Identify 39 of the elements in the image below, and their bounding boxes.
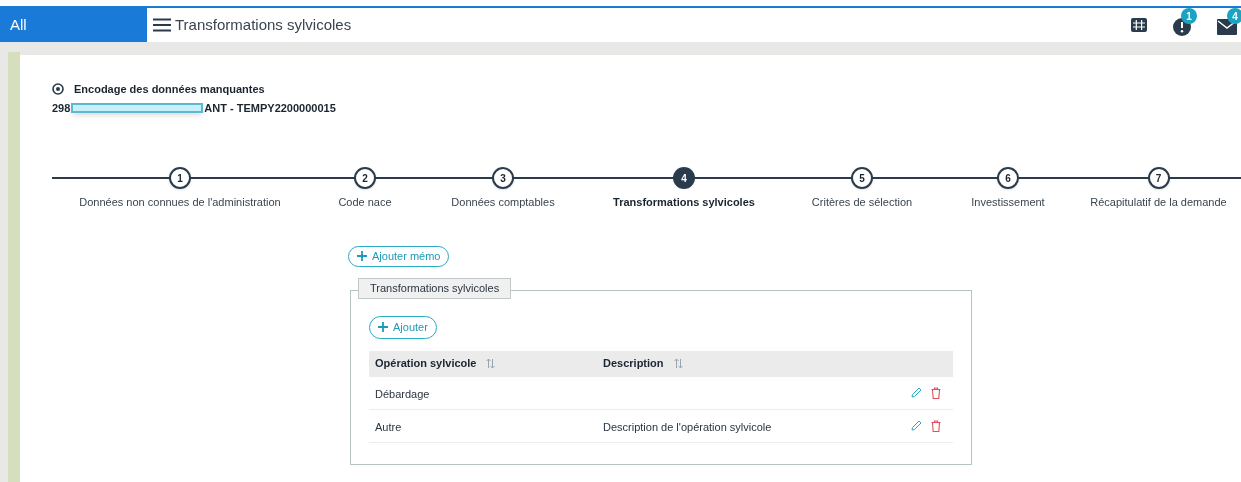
grid-icon[interactable] xyxy=(1131,18,1147,32)
step-label: Code nace xyxy=(338,195,392,210)
step-label: Investissement xyxy=(971,195,1045,210)
column-header[interactable]: Description xyxy=(603,355,664,372)
reference-text: ANT - TEMPY2200000015 xyxy=(204,100,336,116)
step-marker[interactable]: 7 xyxy=(1147,167,1170,189)
step-label: Données non connues de l'administration xyxy=(79,195,281,210)
form-title: Encodage des données manquantes xyxy=(74,82,265,97)
target-icon xyxy=(52,83,64,96)
step-marker[interactable]: 5 xyxy=(851,167,873,189)
step-marker[interactable]: 6 xyxy=(997,167,1019,189)
step-label: Critères de sélection xyxy=(811,195,913,210)
notification-badge: 4 xyxy=(1227,8,1241,24)
plus-icon xyxy=(378,322,388,332)
mail-icon[interactable] xyxy=(1217,19,1237,35)
table-cell: Débardage xyxy=(375,387,430,400)
edit-icon[interactable] xyxy=(911,387,922,398)
page-title: Transformations sylvicoles xyxy=(175,14,352,35)
step-label: Récapitulatif de la demande xyxy=(1090,195,1227,210)
step-marker[interactable]: 1 xyxy=(169,167,191,189)
menu-icon[interactable] xyxy=(153,18,171,32)
step-label: Données comptables xyxy=(451,195,555,210)
table-cell: Autre xyxy=(375,420,402,433)
notification-badge: 1 xyxy=(1181,8,1197,24)
reference-text: 298 xyxy=(52,100,71,116)
table-cell: Description de l'opération sylvicole xyxy=(603,420,772,433)
column-header[interactable]: Opération sylvicole xyxy=(375,355,477,372)
edit-icon[interactable] xyxy=(911,420,922,431)
section-legend: Transformations sylvicoles xyxy=(358,277,512,299)
sort-icon[interactable] xyxy=(673,358,683,369)
step-marker[interactable]: 4 xyxy=(673,167,695,189)
plus-icon xyxy=(357,251,367,261)
step-marker[interactable]: 3 xyxy=(492,167,514,189)
scope-selector[interactable]: All xyxy=(0,8,147,42)
sort-icon[interactable] xyxy=(486,358,496,369)
step-label: Transformations sylvicoles xyxy=(613,195,755,210)
delete-icon[interactable] xyxy=(931,386,941,399)
step-marker[interactable]: 2 xyxy=(354,167,376,189)
delete-icon[interactable] xyxy=(931,419,941,432)
